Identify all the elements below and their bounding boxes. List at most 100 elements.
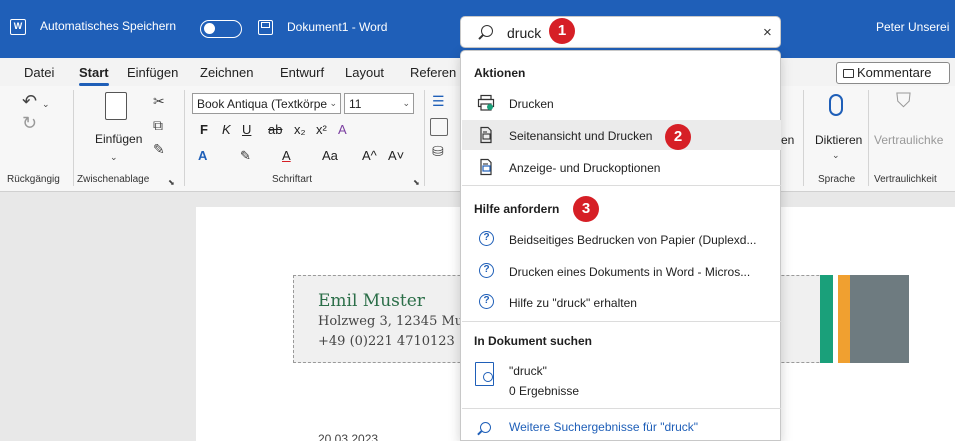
action-item-drucken[interactable]: Drucken (462, 88, 781, 118)
clipboard-group-label: Zwischenablage (77, 174, 150, 185)
comment-icon (843, 69, 854, 78)
ribbon-separator (184, 90, 185, 186)
autosave-toggle[interactable] (200, 20, 242, 38)
sensitivity-label[interactable]: Vertraulichke (874, 133, 943, 147)
tab-datei[interactable]: Datei (24, 65, 54, 80)
microphone-icon[interactable] (829, 94, 843, 116)
document-title: Dokument1 - Word (287, 20, 388, 34)
paste-dropdown-icon[interactable]: ⌄ (110, 150, 118, 164)
bold-icon[interactable]: F (200, 122, 208, 137)
help-item-drucken-dokument[interactable]: ? Drucken eines Dokuments in Word - Micr… (462, 256, 781, 286)
letterhead-stripe-green (820, 275, 833, 363)
shading-icon[interactable]: ⛁ (432, 144, 444, 158)
font-name-value: Book Antiqua (Textkörpe (197, 97, 328, 111)
comments-button[interactable]: Kommentare (836, 62, 950, 84)
help-icon: ? (479, 231, 494, 246)
clipboard-launcher-icon[interactable]: ⬊ (168, 176, 175, 190)
callout-badge-3: 3 (573, 196, 599, 222)
font-color-icon[interactable]: A (282, 148, 291, 163)
doc-result-count: 0 Ergebnisse (509, 384, 580, 398)
undo-icon[interactable]: ↶ (22, 92, 37, 110)
document-search-icon (475, 362, 494, 386)
redo-icon[interactable]: ↻ (22, 114, 37, 132)
save-icon[interactable] (258, 20, 273, 35)
undo-group-label: Rückgängig (7, 174, 60, 185)
bullets-icon[interactable]: ☰ (432, 94, 445, 108)
tab-referenzen[interactable]: Referen (410, 65, 456, 80)
ribbon-separator (424, 90, 425, 186)
comments-label: Kommentare (857, 65, 932, 80)
help-label: Drucken eines Dokuments in Word - Micros… (509, 265, 751, 279)
help-heading: Hilfe anfordern (474, 202, 560, 216)
font-name-select[interactable]: Book Antiqua (Textkörpe ⌄ (192, 93, 341, 114)
tab-entwurf[interactable]: Entwurf (280, 65, 324, 80)
sender-address: Holzweg 3, 12345 Mu (318, 314, 464, 329)
chevron-down-icon: ⌄ (329, 98, 337, 108)
help-icon: ? (479, 294, 494, 309)
partial-label: en (781, 133, 795, 147)
sensitivity-icon[interactable]: ⛉ (896, 91, 911, 111)
search-input[interactable] (507, 23, 737, 43)
print-preview-icon (480, 126, 492, 144)
sender-phone: +49 (0)221 4710123 (318, 334, 455, 349)
action-label: Anzeige- und Druckoptionen (509, 161, 661, 175)
panel-divider (462, 408, 781, 409)
text-effects-icon[interactable]: A (198, 148, 207, 163)
close-icon[interactable]: × (763, 24, 772, 41)
action-item-seitenansicht[interactable]: Seitenansicht und Drucken (462, 120, 781, 150)
font-group-label: Schriftart (272, 174, 313, 185)
more-results-link[interactable]: Weitere Suchergebnisse für "druck" (509, 420, 698, 434)
change-case-icon[interactable]: Aa (322, 148, 338, 163)
underline-icon[interactable]: U (242, 122, 251, 137)
search-results-panel: Aktionen Drucken Seitenansicht und Druck… (460, 50, 781, 441)
italic-icon[interactable]: K (222, 122, 231, 137)
superscript-icon[interactable]: x² (316, 122, 327, 137)
font-size-value: 11 (349, 97, 362, 111)
search-icon (481, 25, 493, 37)
align-left-icon[interactable] (430, 118, 448, 136)
tab-zeichnen[interactable]: Zeichnen (200, 65, 253, 80)
printer-icon (477, 94, 495, 111)
letterhead-stripe-gray (850, 275, 909, 363)
action-label: Drucken (509, 97, 554, 111)
chevron-down-icon: ⌄ (402, 98, 410, 108)
doc-search-heading: In Dokument suchen (474, 334, 593, 348)
tab-start[interactable]: Start (79, 65, 109, 86)
paste-icon[interactable] (105, 92, 127, 120)
tab-layout[interactable]: Layout (345, 65, 384, 80)
strikethrough-icon[interactable]: ab (268, 122, 282, 137)
dictate-label[interactable]: Diktieren (815, 133, 862, 147)
autosave-label: Automatisches Speichern (40, 19, 177, 33)
subscript-icon[interactable]: x₂ (294, 122, 306, 137)
user-name[interactable]: Peter Unserei (876, 20, 949, 34)
undo-dropdown-icon[interactable]: ⌄ (42, 97, 50, 111)
help-label: Beidseitiges Bedrucken von Papier (Duple… (509, 233, 757, 247)
callout-badge-1: 1 (549, 18, 575, 44)
tab-einfuegen[interactable]: Einfügen (127, 65, 178, 80)
search-box[interactable]: × (460, 16, 781, 48)
sensitivity-group-label: Vertraulichkeit (874, 174, 937, 185)
clear-format-icon[interactable]: A (338, 122, 347, 137)
action-item-druckoptionen[interactable]: Anzeige- und Druckoptionen (462, 152, 781, 182)
ribbon-separator (803, 90, 804, 186)
callout-badge-2: 2 (665, 124, 691, 150)
toggle-knob (204, 23, 215, 34)
panel-divider (462, 321, 781, 322)
actions-heading: Aktionen (474, 66, 526, 80)
copy-icon[interactable]: ⧉ (153, 118, 163, 132)
letter-date: 20.03.2023 (318, 432, 379, 441)
cut-icon[interactable]: ✂ (153, 94, 165, 108)
print-options-icon (480, 158, 492, 176)
format-painter-icon[interactable]: ✎ (153, 142, 165, 156)
help-item-hilfe-druck[interactable]: ? Hilfe zu "druck" erhalten (462, 287, 781, 317)
grow-font-icon[interactable]: A^ (362, 148, 377, 163)
font-size-select[interactable]: 11 ⌄ (344, 93, 414, 114)
paste-label[interactable]: Einfügen (95, 132, 142, 146)
dictate-dropdown-icon[interactable]: ⌄ (832, 148, 840, 162)
shrink-font-icon[interactable]: A˅ (388, 148, 404, 163)
doc-result-term[interactable]: "druck" (509, 364, 547, 378)
highlight-icon[interactable]: ✎ (240, 148, 251, 164)
font-launcher-icon[interactable]: ⬊ (413, 176, 420, 190)
search-icon (480, 422, 491, 433)
help-item-duplex[interactable]: ? Beidseitiges Bedrucken von Papier (Dup… (462, 224, 781, 254)
